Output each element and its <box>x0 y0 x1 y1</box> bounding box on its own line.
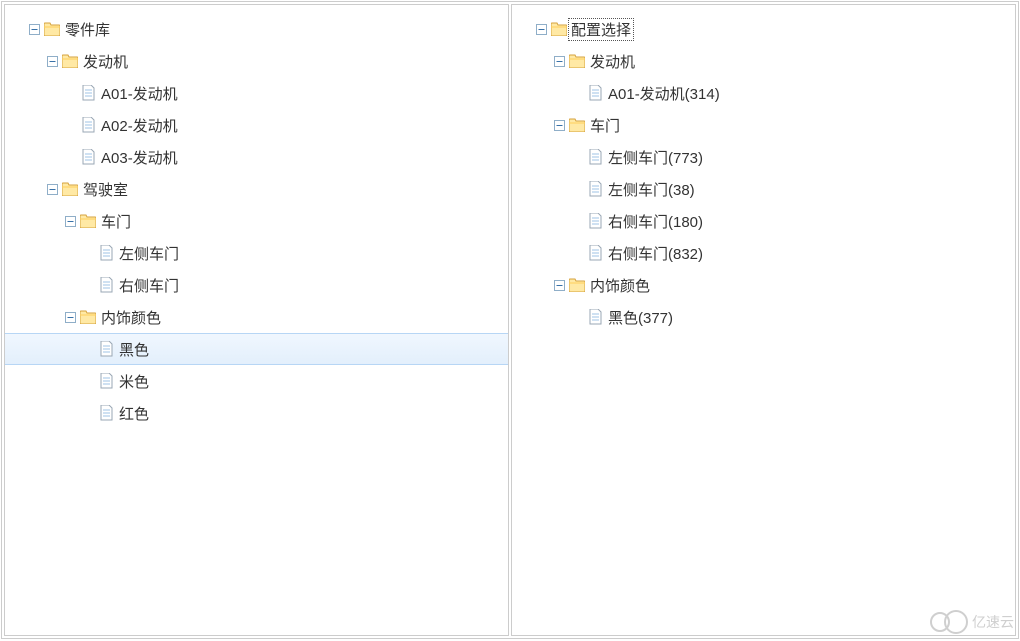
tree-folder-node[interactable]: 发动机 <box>512 45 1015 77</box>
folder-icon <box>568 54 586 68</box>
file-icon <box>97 341 115 357</box>
node-label[interactable]: 米色 <box>115 371 155 392</box>
tree-folder-node[interactable]: 内饰颜色 <box>512 269 1015 301</box>
file-icon <box>586 213 604 229</box>
node-label[interactable]: A01-发动机 <box>97 83 184 104</box>
file-icon <box>586 149 604 165</box>
file-icon <box>97 373 115 389</box>
tree-leaf-node[interactable]: 红色 <box>5 397 508 429</box>
file-icon <box>97 277 115 293</box>
folder-icon <box>550 22 568 36</box>
node-label[interactable]: 右侧车门(832) <box>604 243 709 264</box>
node-label[interactable]: 发动机 <box>586 51 641 72</box>
folder-icon <box>568 118 586 132</box>
node-label[interactable]: 右侧车门 <box>115 275 185 296</box>
file-icon <box>79 85 97 101</box>
node-label[interactable]: 车门 <box>586 115 626 136</box>
collapse-icon[interactable] <box>25 24 43 35</box>
file-icon <box>586 245 604 261</box>
node-label[interactable]: 左侧车门(38) <box>604 179 701 200</box>
tree-folder-node[interactable]: 车门 <box>5 205 508 237</box>
folder-icon <box>568 278 586 292</box>
collapse-icon[interactable] <box>43 56 61 67</box>
tree-leaf-node[interactable]: 左侧车门(38) <box>512 173 1015 205</box>
tree-leaf-node[interactable]: A01-发动机 <box>5 77 508 109</box>
file-icon <box>586 309 604 325</box>
tree-leaf-node[interactable]: 米色 <box>5 365 508 397</box>
collapse-icon[interactable] <box>43 184 61 195</box>
tree-folder-node[interactable]: 车门 <box>512 109 1015 141</box>
node-label[interactable]: A02-发动机 <box>97 115 184 136</box>
node-label[interactable]: 发动机 <box>79 51 134 72</box>
folder-icon <box>61 182 79 196</box>
node-label[interactable]: 内饰颜色 <box>586 275 656 296</box>
tree-leaf-node[interactable]: 左侧车门 <box>5 237 508 269</box>
tree-leaf-node[interactable]: A01-发动机(314) <box>512 77 1015 109</box>
file-icon <box>97 245 115 261</box>
tree-folder-node[interactable]: 驾驶室 <box>5 173 508 205</box>
tree-leaf-node[interactable]: 右侧车门(832) <box>512 237 1015 269</box>
node-label[interactable]: 左侧车门 <box>115 243 185 264</box>
collapse-icon[interactable] <box>61 216 79 227</box>
collapse-icon[interactable] <box>550 120 568 131</box>
left-tree-panel: 零件库发动机 A01-发动机 A02-发动机 A03-发动机驾驶室车门左侧车门右侧车门… <box>4 4 509 636</box>
collapse-icon[interactable] <box>550 280 568 291</box>
tree-leaf-node[interactable]: 黑色 <box>5 333 508 365</box>
tree-leaf-node[interactable]: A03-发动机 <box>5 141 508 173</box>
file-icon <box>79 117 97 133</box>
node-label[interactable]: 右侧车门(180) <box>604 211 709 232</box>
tree-folder-node[interactable]: 配置选择 <box>512 13 1015 45</box>
tree-leaf-node[interactable]: 黑色(377) <box>512 301 1015 333</box>
tree-folder-node[interactable]: 内饰颜色 <box>5 301 508 333</box>
folder-icon <box>79 310 97 324</box>
tree-folder-node[interactable]: 发动机 <box>5 45 508 77</box>
node-label[interactable]: 黑色 <box>115 339 155 360</box>
node-label[interactable]: 车门 <box>97 211 137 232</box>
folder-icon <box>43 22 61 36</box>
tree-folder-node[interactable]: 零件库 <box>5 13 508 45</box>
tree-leaf-node[interactable]: A02-发动机 <box>5 109 508 141</box>
node-label[interactable]: 零件库 <box>61 19 116 40</box>
tree-leaf-node[interactable]: 右侧车门(180) <box>512 205 1015 237</box>
node-label[interactable]: 左侧车门(773) <box>604 147 709 168</box>
right-tree-panel: 配置选择发动机 A01-发动机(314) 车门左侧车门(773) 左侧车门(38) 右侧… <box>511 4 1016 636</box>
collapse-icon[interactable] <box>532 24 550 35</box>
file-icon <box>97 405 115 421</box>
folder-icon <box>61 54 79 68</box>
node-label[interactable]: 配置选择 <box>568 18 634 41</box>
app-window: 零件库发动机A01-发动机A02-发动机A03-发动机驾驶室车门左侧车门右侧车门… <box>1 1 1019 639</box>
node-label[interactable]: A03-发动机 <box>97 147 184 168</box>
collapse-icon[interactable] <box>61 312 79 323</box>
file-icon <box>79 149 97 165</box>
collapse-icon[interactable] <box>550 56 568 67</box>
folder-icon <box>79 214 97 228</box>
file-icon <box>586 181 604 197</box>
node-label[interactable]: A01-发动机(314) <box>604 83 726 104</box>
file-icon <box>586 85 604 101</box>
node-label[interactable]: 内饰颜色 <box>97 307 167 328</box>
node-label[interactable]: 驾驶室 <box>79 179 134 200</box>
node-label[interactable]: 红色 <box>115 403 155 424</box>
tree-leaf-node[interactable]: 右侧车门 <box>5 269 508 301</box>
node-label[interactable]: 黑色(377) <box>604 307 679 328</box>
tree-leaf-node[interactable]: 左侧车门(773) <box>512 141 1015 173</box>
